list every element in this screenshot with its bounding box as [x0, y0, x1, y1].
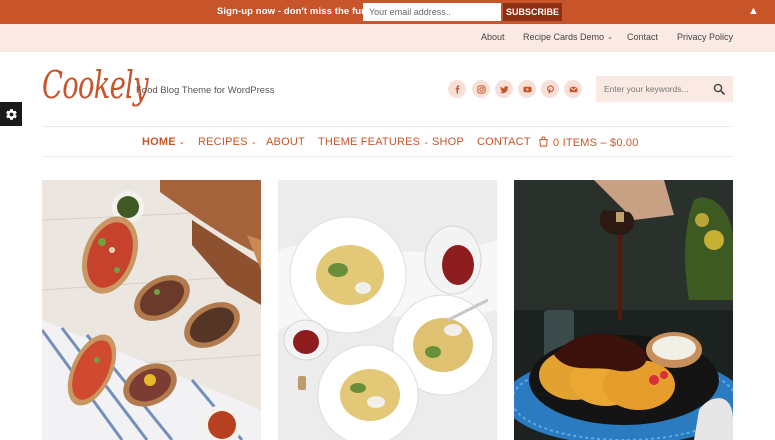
- nav-home[interactable]: HOME ⌄: [142, 136, 185, 148]
- top-nav-about[interactable]: About: [481, 32, 505, 42]
- search-box: [596, 76, 733, 102]
- gear-icon: [5, 108, 17, 120]
- nav-home-label: HOME: [142, 136, 176, 148]
- instagram-icon[interactable]: [472, 80, 490, 98]
- cart-summary: 0 ITEMS – $0.00: [553, 137, 639, 149]
- search-input[interactable]: [596, 76, 708, 102]
- search-icon[interactable]: [713, 83, 725, 95]
- collapse-icon[interactable]: ▲: [748, 5, 759, 17]
- nav-about[interactable]: ABOUT: [266, 136, 305, 148]
- nav-contact[interactable]: CONTACT: [477, 136, 531, 148]
- chevron-down-icon: ⌄: [423, 139, 430, 146]
- recipe-card-3[interactable]: [514, 180, 733, 440]
- top-nav-recipe-cards-demo[interactable]: Recipe Cards Demo ⌄: [523, 32, 613, 42]
- site-logo[interactable]: Cookely: [42, 63, 149, 107]
- top-nav-privacy-policy[interactable]: Privacy Policy: [677, 32, 733, 42]
- top-nav: About Recipe Cards Demo ⌄ Contact Privacy…: [0, 24, 775, 52]
- twitter-icon[interactable]: [495, 80, 513, 98]
- nav-shop[interactable]: SHOP: [432, 136, 464, 148]
- pancakes-image: [514, 180, 733, 440]
- signup-text: Sign-up now - don't miss the fun!: [217, 6, 371, 17]
- nav-recipes[interactable]: RECIPES ⌄: [198, 136, 257, 148]
- nav-theme-features-label: THEME FEATURES: [318, 136, 421, 148]
- facebook-icon[interactable]: [448, 80, 466, 98]
- email-icon[interactable]: [564, 80, 582, 98]
- top-nav-contact[interactable]: Contact: [627, 32, 658, 42]
- site-tagline: Food Blog Theme for WordPress: [136, 85, 275, 96]
- signup-bar: Sign-up now - don't miss the fun! SUBSCR…: [0, 0, 775, 24]
- chevron-down-icon: ⌄: [607, 34, 613, 41]
- pinterest-icon[interactable]: [541, 80, 559, 98]
- recipe-card-1[interactable]: [42, 180, 261, 440]
- shopping-bag-icon: [539, 136, 548, 147]
- email-input[interactable]: [363, 3, 501, 21]
- subscribe-button[interactable]: SUBSCRIBE: [503, 3, 562, 21]
- top-nav-recipe-cards-label: Recipe Cards Demo: [523, 32, 605, 42]
- youtube-icon[interactable]: [518, 80, 536, 98]
- chevron-down-icon: ⌄: [250, 139, 257, 146]
- main-nav: HOME ⌄ RECIPES ⌄ ABOUT THEME FEATURES ⌄ SHO…: [42, 126, 733, 157]
- recipe-card-2[interactable]: [278, 180, 497, 440]
- nav-recipes-label: RECIPES: [198, 136, 248, 148]
- nav-theme-features[interactable]: THEME FEATURES ⌄: [318, 136, 429, 148]
- spaghetti-image: [278, 180, 497, 440]
- bruschetta-image: [42, 180, 261, 440]
- chevron-down-icon: ⌄: [178, 139, 185, 146]
- nav-cart[interactable]: 0 ITEMS – $0.00: [538, 136, 639, 149]
- settings-panel-toggle[interactable]: [0, 102, 22, 126]
